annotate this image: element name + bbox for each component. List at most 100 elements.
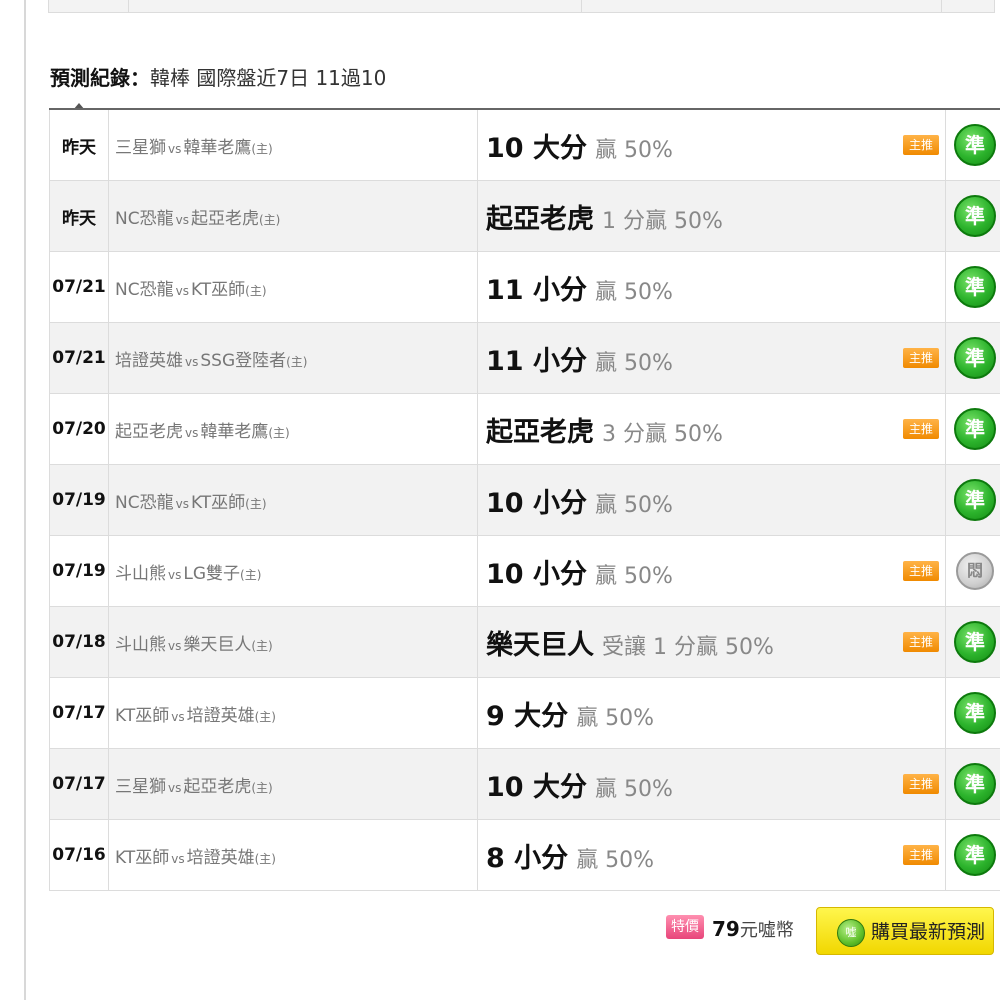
pick-main: 樂天巨人 — [486, 629, 594, 661]
home-tag: (主) — [254, 851, 276, 866]
home-team: 培證英雄 — [186, 705, 255, 726]
record-date: 07/21 — [49, 251, 109, 323]
record-date: 昨天 — [49, 108, 109, 181]
left-divider — [24, 0, 26, 1000]
record-pick: 8 小分贏 50% 主推 — [477, 819, 946, 891]
record-result: 準 — [945, 108, 1000, 181]
record-row: 昨天 三星獅 vs 韓華老鷹(主) 10 大分贏 50% 主推準 — [49, 108, 1000, 181]
vs-label: vs — [168, 638, 182, 653]
away-team: 斗山熊 — [115, 634, 166, 655]
record-row: 07/20 起亞老虎 vs 韓華老鷹(主) 起亞老虎 3 分贏 50% 主推準 — [49, 393, 1000, 465]
record-pick: 9 大分贏 50% — [477, 677, 946, 749]
result-hit-icon: 準 — [954, 692, 996, 734]
record-result: 準 — [945, 393, 1000, 465]
main-push-badge: 主推 — [903, 419, 939, 439]
home-team: KT巫師 — [190, 492, 246, 513]
result-hit-icon: 準 — [954, 195, 996, 237]
away-team: 三星獅 — [115, 137, 166, 158]
pick-detail: 受讓 1 分贏 50% — [602, 634, 774, 660]
buy-button-label: 購買最新預測 — [871, 921, 986, 943]
record-row: 昨天 NC恐龍 vs 起亞老虎(主) 起亞老虎 1 分贏 50% 準 — [49, 180, 1000, 252]
pick-detail: 贏 50% — [594, 776, 673, 802]
record-row: 07/19 斗山熊 vs LG雙子(主) 10 小分贏 50% 主推悶 — [49, 535, 1000, 607]
result-hit-icon: 準 — [954, 408, 996, 450]
home-team: 起亞老虎 — [190, 208, 259, 229]
record-date: 昨天 — [49, 180, 109, 252]
away-team: 斗山熊 — [115, 563, 166, 584]
vs-label: vs — [168, 567, 182, 582]
sale-badge: 特價 — [666, 915, 704, 939]
home-tag: (主) — [251, 638, 273, 653]
purchase-footer: 特價 79元噓幣 噓 購買最新預測 — [0, 905, 1000, 955]
home-team: LG雙子 — [183, 563, 241, 584]
result-hit-icon: 準 — [954, 337, 996, 379]
pick-main: 10 小分 — [486, 487, 587, 519]
record-matchup: 三星獅 vs 韓華老鷹(主) — [108, 108, 478, 181]
record-row: 07/17 KT巫師 vs 培證英雄(主) 9 大分贏 50% 準 — [49, 677, 1000, 749]
record-result: 悶 — [945, 535, 1000, 607]
section-title-label: 預測紀錄： — [50, 66, 150, 90]
record-matchup: NC恐龍 vs KT巫師(主) — [108, 464, 478, 536]
record-matchup: 三星獅 vs 起亞老虎(主) — [108, 748, 478, 820]
price-text: 79元噓幣 — [712, 915, 794, 943]
record-result: 準 — [945, 748, 1000, 820]
home-team: 起亞老虎 — [183, 776, 252, 797]
vs-label: vs — [175, 496, 189, 511]
record-matchup: 斗山熊 vs LG雙子(主) — [108, 535, 478, 607]
record-pick: 10 小分贏 50% 主推 — [477, 535, 946, 607]
home-tag: (主) — [268, 425, 290, 440]
home-tag: (主) — [251, 141, 273, 156]
record-pick: 11 小分贏 50% — [477, 251, 946, 323]
pick-main: 10 小分 — [486, 558, 587, 590]
home-team: 韓華老鷹 — [200, 421, 269, 442]
pick-detail: 贏 50% — [594, 563, 673, 589]
pick-detail: 1 分贏 50% — [602, 208, 723, 234]
main-push-badge: 主推 — [903, 135, 939, 155]
result-hit-icon: 準 — [954, 266, 996, 308]
main-push-badge: 主推 — [903, 845, 939, 865]
home-team: KT巫師 — [190, 279, 246, 300]
record-matchup: KT巫師 vs 培證英雄(主) — [108, 819, 478, 891]
record-pick: 起亞老虎 1 分贏 50% — [477, 180, 946, 252]
record-row: 07/18 斗山熊 vs 樂天巨人(主) 樂天巨人 受讓 1 分贏 50% 主推準 — [49, 606, 1000, 678]
main-push-badge: 主推 — [903, 561, 939, 581]
home-tag: (主) — [251, 780, 273, 795]
record-date: 07/16 — [49, 819, 109, 891]
pick-detail: 贏 50% — [594, 492, 673, 518]
home-tag: (主) — [258, 212, 281, 227]
record-date: 07/21 — [49, 322, 109, 394]
record-date: 07/19 — [49, 535, 109, 607]
home-team: SSG登陸者 — [200, 350, 287, 371]
buy-latest-prediction-button[interactable]: 噓 購買最新預測 — [816, 907, 994, 955]
result-hit-icon: 準 — [954, 124, 996, 166]
record-result: 準 — [945, 464, 1000, 536]
record-pick: 10 大分贏 50% 主推 — [477, 108, 946, 181]
record-result: 準 — [945, 251, 1000, 323]
coin-icon: 噓 — [837, 919, 865, 947]
home-tag: (主) — [286, 354, 308, 369]
record-pick: 起亞老虎 3 分贏 50% 主推 — [477, 393, 946, 465]
main-push-badge: 主推 — [903, 632, 939, 652]
vs-label: vs — [175, 283, 189, 298]
pick-main: 起亞老虎 — [486, 416, 594, 448]
vs-label: vs — [168, 141, 182, 156]
prediction-records-table: 昨天 三星獅 vs 韓華老鷹(主) 10 大分贏 50% 主推準昨天 NC恐龍 vs 起亞老虎(… — [49, 108, 1000, 891]
home-tag: (主) — [254, 709, 276, 724]
pick-main: 起亞老虎 — [486, 203, 594, 235]
vs-label: vs — [185, 425, 199, 440]
away-team: 三星獅 — [115, 776, 166, 797]
home-team: 韓華老鷹 — [183, 137, 252, 158]
away-team: KT巫師 — [115, 847, 170, 868]
main-push-badge: 主推 — [903, 348, 939, 368]
result-hit-icon: 準 — [954, 479, 996, 521]
record-row: 07/19 NC恐龍 vs KT巫師(主) 10 小分贏 50% 準 — [49, 464, 1000, 536]
away-team: 起亞老虎 — [115, 421, 183, 442]
result-push-icon: 悶 — [956, 552, 994, 590]
record-date: 07/19 — [49, 464, 109, 536]
pick-detail: 3 分贏 50% — [602, 421, 723, 447]
record-date: 07/17 — [49, 748, 109, 820]
home-tag: (主) — [240, 567, 262, 582]
record-pick: 11 小分贏 50% 主推 — [477, 322, 946, 394]
record-matchup: KT巫師 vs 培證英雄(主) — [108, 677, 478, 749]
home-tag: (主) — [245, 283, 267, 298]
